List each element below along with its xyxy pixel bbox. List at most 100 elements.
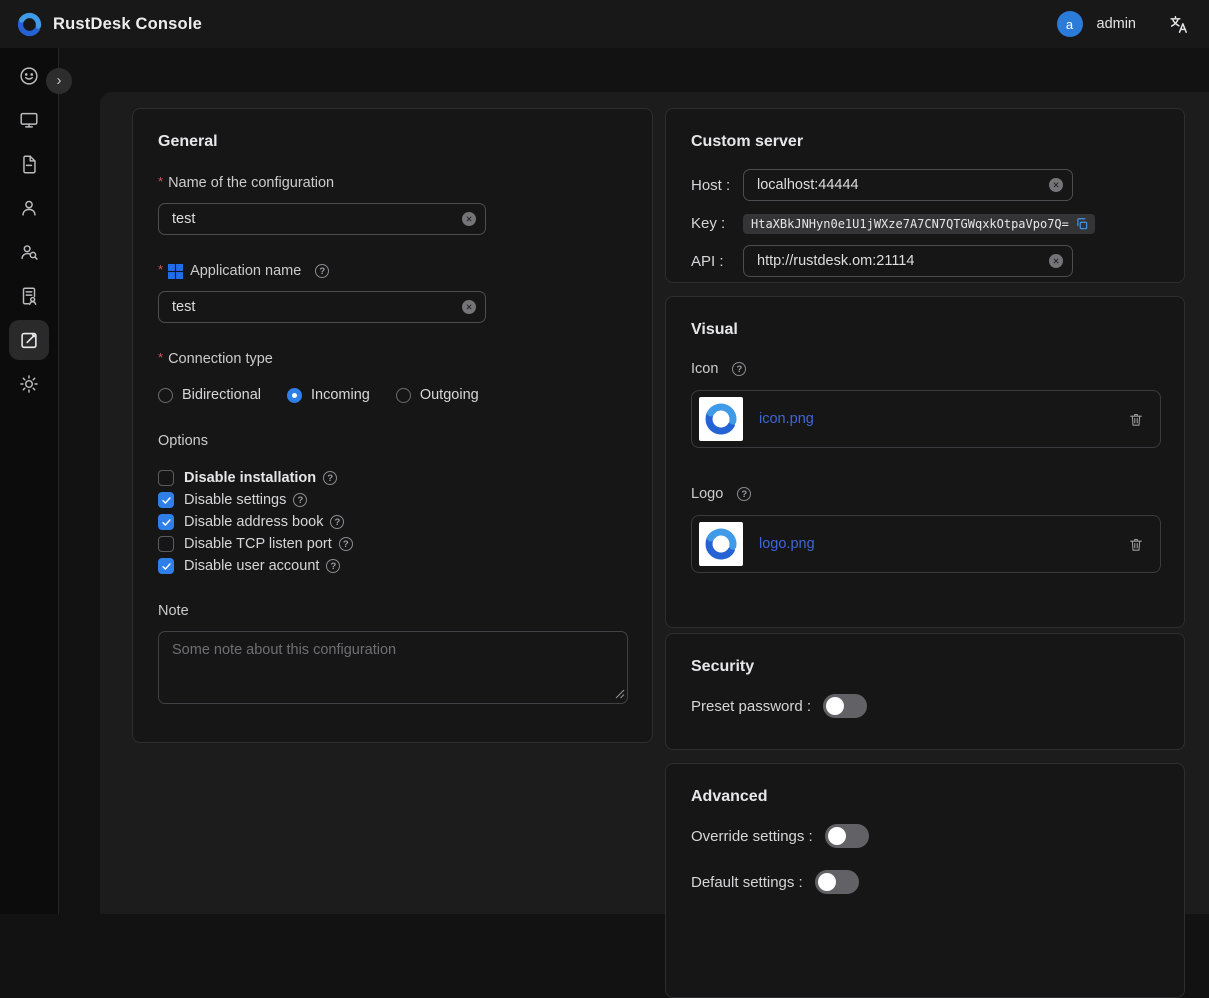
- radio-circle[interactable]: [158, 388, 173, 403]
- trash-icon[interactable]: [1126, 409, 1146, 430]
- note-wrap: [158, 631, 628, 707]
- logo-label: Logo ?: [691, 486, 1159, 502]
- radio-bidirectional[interactable]: Bidirectional: [158, 387, 261, 403]
- visual-title: Visual: [691, 321, 1159, 339]
- override-settings-row: Override settings :: [691, 824, 1159, 848]
- option-disable-tcp-listen-port[interactable]: Disable TCP listen port ?: [158, 533, 627, 555]
- sidebar-item-devices[interactable]: [9, 100, 49, 140]
- sidebar-item-client-configuration[interactable]: [9, 320, 49, 360]
- clear-icon[interactable]: ✕: [1049, 254, 1063, 268]
- name-label: * Name of the configuration: [158, 175, 627, 191]
- override-settings-toggle[interactable]: [825, 824, 869, 848]
- note-label: Note: [158, 603, 627, 619]
- clear-icon[interactable]: ✕: [462, 212, 476, 226]
- general-title: General: [158, 133, 627, 151]
- option-disable-settings[interactable]: Disable settings ?: [158, 489, 627, 511]
- help-icon[interactable]: ?: [339, 537, 353, 551]
- logo-file-link[interactable]: logo.png: [759, 536, 815, 552]
- options-label: Options: [158, 433, 627, 449]
- api-input-wrap: ✕: [743, 245, 1073, 277]
- option-disable-user-account[interactable]: Disable user account ?: [158, 555, 627, 577]
- sidebar: [0, 48, 59, 914]
- clear-icon[interactable]: ✕: [462, 300, 476, 314]
- icon-upload-box: icon.png: [691, 390, 1161, 448]
- help-icon[interactable]: ?: [732, 362, 746, 376]
- advanced-title: Advanced: [691, 788, 1159, 806]
- host-label: Host :: [691, 177, 743, 194]
- brand: RustDesk Console: [16, 11, 202, 38]
- host-row: Host : ✕: [691, 169, 1159, 201]
- toggle-knob: [826, 697, 844, 715]
- app-header: RustDesk Console a admin: [0, 0, 1209, 48]
- user-avatar[interactable]: a: [1057, 11, 1083, 37]
- sidebar-expand-button[interactable]: ›: [46, 68, 72, 94]
- translate-icon[interactable]: [1164, 10, 1193, 39]
- connection-type-label: * Connection type: [158, 351, 627, 367]
- sidebar-item-user-search[interactable]: [9, 232, 49, 272]
- note-textarea[interactable]: [158, 631, 628, 704]
- radio-incoming[interactable]: Incoming: [287, 387, 370, 403]
- icon-file-link[interactable]: icon.png: [759, 411, 814, 427]
- help-icon[interactable]: ?: [737, 487, 751, 501]
- host-input[interactable]: [744, 177, 1072, 193]
- help-icon[interactable]: ?: [326, 559, 340, 573]
- default-settings-toggle[interactable]: [815, 870, 859, 894]
- connection-type-radios: Bidirectional Incoming Outgoing: [158, 387, 627, 403]
- preset-password-row: Preset password :: [691, 694, 1159, 718]
- radio-circle-checked[interactable]: [287, 388, 302, 403]
- checkbox-unchecked[interactable]: [158, 536, 174, 552]
- advanced-card: Advanced Override settings : Default set…: [665, 763, 1185, 998]
- sidebar-item-dashboard[interactable]: [9, 56, 49, 96]
- default-settings-label: Default settings :: [691, 874, 803, 891]
- logo-upload-box: logo.png: [691, 515, 1161, 573]
- toggle-knob: [818, 873, 836, 891]
- help-icon[interactable]: ?: [293, 493, 307, 507]
- trash-icon[interactable]: [1126, 534, 1146, 555]
- required-asterisk: *: [158, 350, 163, 365]
- sidebar-item-audit-log[interactable]: [9, 276, 49, 316]
- api-input[interactable]: [744, 253, 1072, 269]
- checkbox-unchecked[interactable]: [158, 470, 174, 486]
- sidebar-item-documents[interactable]: [9, 144, 49, 184]
- general-card: General * Name of the configuration ✕ * …: [132, 108, 653, 743]
- radio-circle[interactable]: [396, 388, 411, 403]
- api-label: API :: [691, 253, 743, 270]
- configuration-name-input[interactable]: [159, 211, 485, 227]
- app-title: RustDesk Console: [53, 15, 202, 34]
- content-panel: General * Name of the configuration ✕ * …: [100, 92, 1209, 914]
- help-icon[interactable]: ?: [315, 264, 329, 278]
- option-disable-installation[interactable]: Disable installation ?: [158, 467, 627, 489]
- override-settings-label: Override settings :: [691, 828, 813, 845]
- icon-label: Icon ?: [691, 361, 1159, 377]
- host-input-wrap: ✕: [743, 169, 1073, 201]
- default-settings-row: Default settings :: [691, 870, 1159, 894]
- icon-thumbnail: [699, 397, 743, 441]
- api-row: API : ✕: [691, 245, 1159, 277]
- preset-password-toggle[interactable]: [823, 694, 867, 718]
- key-label: Key :: [691, 215, 743, 232]
- help-icon[interactable]: ?: [330, 515, 344, 529]
- username[interactable]: admin: [1097, 16, 1137, 32]
- visual-card: Visual Icon ? icon.png Logo: [665, 296, 1185, 628]
- required-asterisk: *: [158, 174, 163, 189]
- key-value: HtaXBkJNHyn0e1U1jWXze7A7CN7QTGWqxkOtpaVp…: [751, 217, 1069, 231]
- windows-icon: [168, 264, 183, 279]
- security-title: Security: [691, 658, 1159, 676]
- checkbox-checked[interactable]: [158, 558, 174, 574]
- clear-icon[interactable]: ✕: [1049, 178, 1063, 192]
- application-name-input[interactable]: [159, 299, 485, 315]
- option-disable-address-book[interactable]: Disable address book ?: [158, 511, 627, 533]
- key-row: Key : HtaXBkJNHyn0e1U1jWXze7A7CN7QTGWqxk…: [691, 210, 1159, 236]
- app-name-input-wrap: ✕: [158, 291, 486, 323]
- radio-outgoing[interactable]: Outgoing: [396, 387, 479, 403]
- rustdesk-logo-icon: [16, 11, 43, 38]
- checkbox-checked[interactable]: [158, 492, 174, 508]
- sidebar-item-settings[interactable]: [9, 364, 49, 404]
- help-icon[interactable]: ?: [323, 471, 337, 485]
- checkbox-checked[interactable]: [158, 514, 174, 530]
- copy-icon[interactable]: [1074, 217, 1090, 231]
- sidebar-item-users[interactable]: [9, 188, 49, 228]
- key-value-pill: HtaXBkJNHyn0e1U1jWXze7A7CN7QTGWqxkOtpaVp…: [743, 214, 1095, 234]
- toggle-knob: [828, 827, 846, 845]
- name-input-wrap: ✕: [158, 203, 486, 235]
